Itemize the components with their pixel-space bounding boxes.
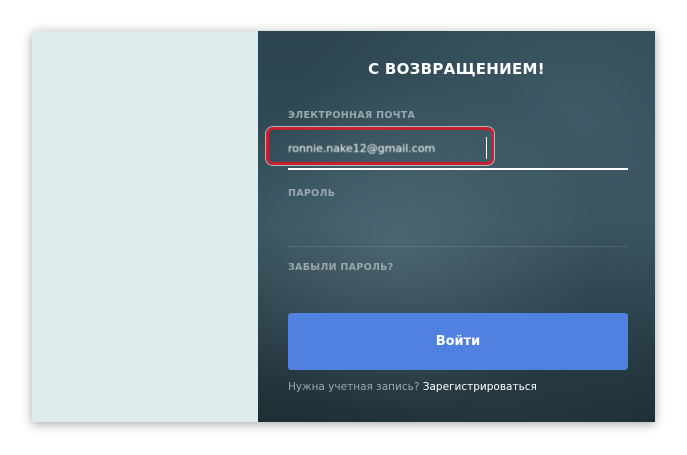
register-link[interactable]: Зарегистрироваться <box>423 381 537 393</box>
app-window: С ВОЗВРАЩЕНИЕМ! ЭЛЕКТРОННАЯ ПОЧТА ronnie… <box>32 31 655 422</box>
left-panel <box>32 31 258 422</box>
email-underline <box>288 168 628 170</box>
password-field[interactable] <box>288 246 628 247</box>
email-highlight-box <box>266 127 494 165</box>
need-account-text: Нужна учетная запись? <box>288 381 420 393</box>
login-form: С ВОЗВРАЩЕНИЕМ! ЭЛЕКТРОННАЯ ПОЧТА ronnie… <box>258 31 655 422</box>
register-prompt: Нужна учетная запись? Зарегистрироваться <box>288 381 537 393</box>
email-label: ЭЛЕКТРОННАЯ ПОЧТА <box>288 110 416 121</box>
forgot-password-link[interactable]: ЗАБЫЛИ ПАРОЛЬ? <box>288 262 394 273</box>
page-title: С ВОЗВРАЩЕНИЕМ! <box>368 60 545 78</box>
login-button[interactable]: Войти <box>288 313 628 370</box>
password-label: ПАРОЛЬ <box>288 188 336 199</box>
